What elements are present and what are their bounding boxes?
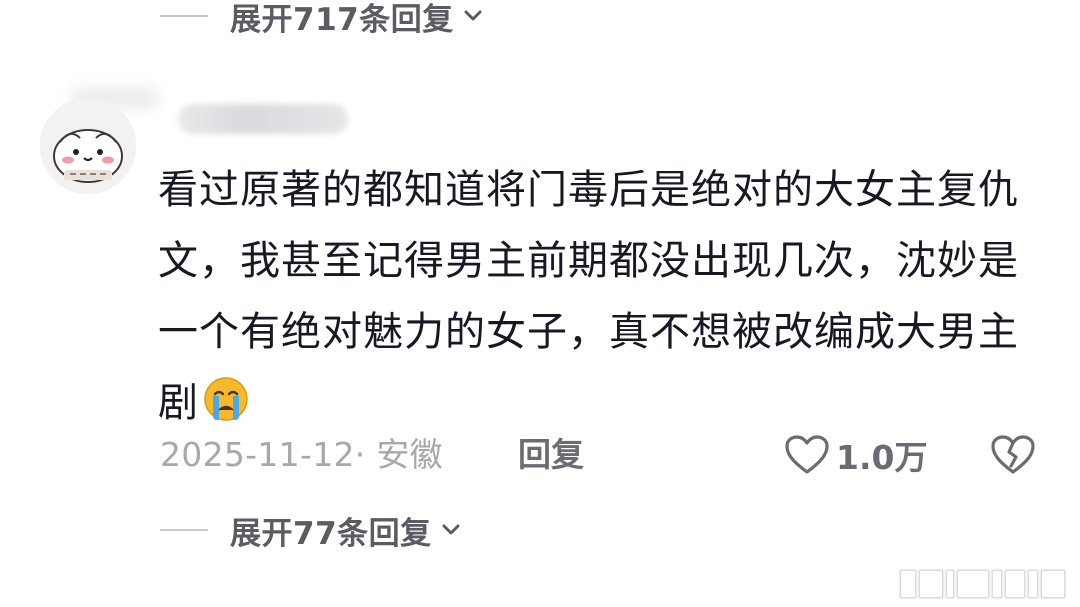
expand-replies-top[interactable]: 展开717条回复: [160, 0, 484, 38]
watermark: [900, 569, 1072, 599]
avatar[interactable]: [40, 98, 136, 194]
expand-replies-label: 展开77条回复: [230, 515, 432, 552]
expand-divider-line: [160, 529, 208, 531]
comment-text: 看过原著的都知道将门毒后是绝对的大女主复仇文，我甚至记得男主前期都没出现几次，沈…: [158, 155, 1038, 439]
chevron-down-icon: [440, 519, 462, 541]
like-button[interactable]: 1.0万: [784, 432, 927, 478]
like-count: 1.0万: [836, 438, 928, 477]
broken-heart-icon: [991, 435, 1035, 474]
reply-button[interactable]: 回复: [518, 432, 584, 478]
chevron-down-icon: [462, 5, 484, 27]
dislike-button[interactable]: [990, 432, 1036, 478]
crying-face-emoji: [203, 374, 249, 421]
avatar-cartoon-icon: [40, 98, 136, 194]
expand-divider-line: [160, 15, 208, 17]
expand-replies-bottom[interactable]: 展开77条回复: [160, 510, 462, 552]
username[interactable]: [178, 104, 348, 134]
heart-icon: [785, 435, 829, 474]
comment-body: 看过原著的都知道将门毒后是绝对的大女主复仇文，我甚至记得男主前期都没出现几次，沈…: [158, 167, 1019, 426]
expand-replies-label: 展开717条回复: [230, 1, 454, 38]
comment-date-location: 2025-11-12· 安徽: [160, 435, 443, 474]
comment-meta: 2025-11-12· 安徽 回复 1.0万: [160, 432, 1040, 478]
